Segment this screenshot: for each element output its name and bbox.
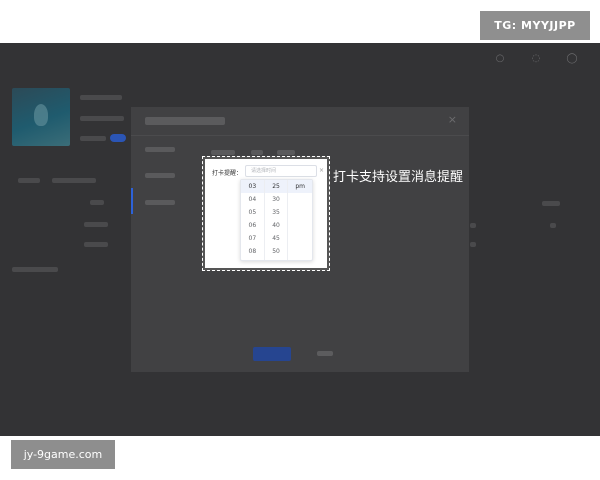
hour-option[interactable]: 03 <box>241 180 264 193</box>
hour-option[interactable]: 07 <box>241 232 264 245</box>
table-cell-placeholder <box>550 223 556 228</box>
minute-option[interactable]: 30 <box>265 193 288 206</box>
minute-option[interactable]: 25 <box>264 180 288 193</box>
reminder-label: 打卡提醒： <box>212 170 243 177</box>
cancel-button[interactable] <box>317 351 333 356</box>
table-header-placeholder <box>542 201 560 206</box>
modal-nav-item-active[interactable] <box>145 200 175 205</box>
minute-option[interactable]: 45 <box>265 232 288 245</box>
hour-column[interactable]: 03 04 05 06 07 08 <box>241 180 265 260</box>
minute-option[interactable]: 35 <box>265 206 288 219</box>
hour-option[interactable]: 08 <box>241 245 264 258</box>
watermark-bottom: jy-9game.com <box>11 440 115 469</box>
hour-option[interactable]: 05 <box>241 206 264 219</box>
minute-column[interactable]: 25 30 35 40 45 50 <box>264 180 289 260</box>
table-cell-placeholder <box>84 222 108 227</box>
modal-divider <box>131 135 469 136</box>
activity-cover-image <box>12 88 70 146</box>
minute-option[interactable]: 50 <box>265 245 288 258</box>
background-tab-placeholder <box>52 178 96 183</box>
table-cell-placeholder <box>470 242 476 247</box>
hour-option[interactable]: 06 <box>241 219 264 232</box>
nav-active-indicator <box>131 188 133 214</box>
activity-status-placeholder <box>80 136 106 141</box>
modal-field-placeholder <box>251 150 263 155</box>
table-header-placeholder <box>90 200 104 205</box>
watermark-top: TG: MYYJJPP <box>480 11 590 40</box>
activity-toggle[interactable] <box>110 134 126 142</box>
background-tab-placeholder <box>18 178 40 183</box>
time-picker-dropdown: 03 04 05 06 07 08 25 30 35 40 45 50 pm <box>240 179 313 261</box>
modal-field-placeholder <box>277 150 295 155</box>
hour-option[interactable]: 04 <box>241 193 264 206</box>
table-footer-placeholder <box>12 267 58 272</box>
activity-title-placeholder <box>80 95 122 100</box>
feature-annotation: 打卡支持设置消息提醒 <box>333 170 464 185</box>
activity-meta-placeholder <box>80 116 124 121</box>
notification-icon[interactable]: ○ <box>494 53 506 65</box>
clear-icon[interactable]: × <box>319 167 324 174</box>
table-cell-placeholder <box>84 242 108 247</box>
modal-title-placeholder <box>145 117 225 125</box>
screenshot-stage: TG: MYYJJPP ○ ◌ ◯ × 打卡提醒： 请选择时间 × 03 04 … <box>0 0 600 480</box>
user-icon[interactable]: ◯ <box>566 53 578 65</box>
period-option[interactable]: pm <box>288 180 312 193</box>
reminder-time-input[interactable]: 请选择时间 <box>245 165 317 177</box>
minute-option[interactable]: 40 <box>265 219 288 232</box>
close-icon[interactable]: × <box>448 113 457 126</box>
top-toolbar: ○ ◌ ◯ <box>494 53 578 65</box>
reminder-setting-popup: 打卡提醒： 请选择时间 × 03 04 05 06 07 08 25 30 35… <box>202 156 330 271</box>
modal-nav-item[interactable] <box>145 147 175 152</box>
confirm-button[interactable] <box>253 347 291 361</box>
modal-field-placeholder <box>211 150 235 155</box>
table-cell-placeholder <box>470 223 476 228</box>
period-column[interactable]: pm <box>288 180 312 260</box>
help-icon[interactable]: ◌ <box>530 53 542 65</box>
modal-nav-item[interactable] <box>145 173 175 178</box>
